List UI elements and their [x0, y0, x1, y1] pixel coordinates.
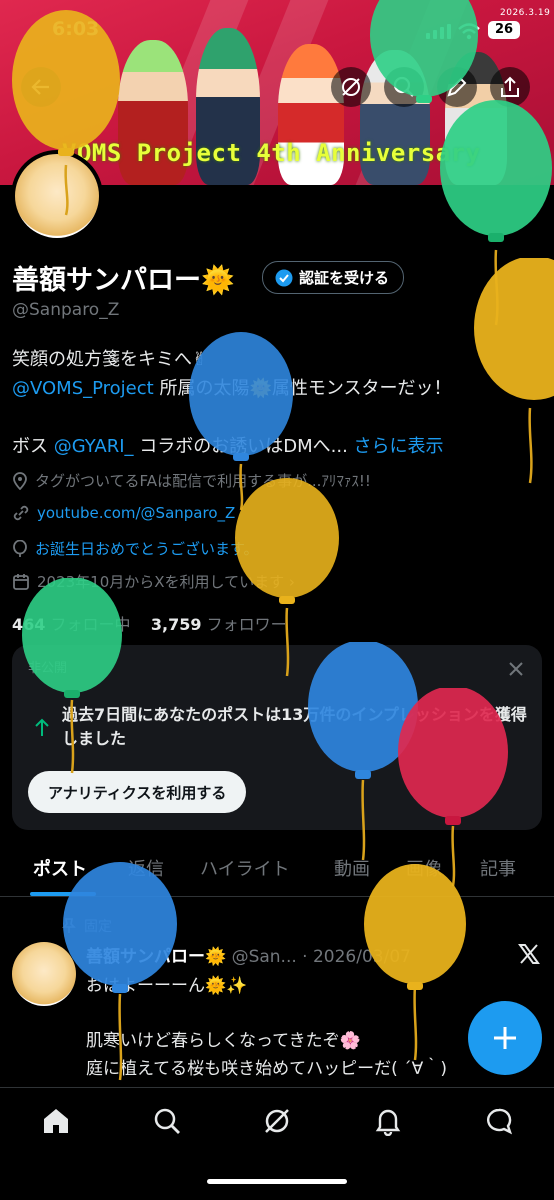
- tab-articles[interactable]: 記事: [480, 855, 516, 881]
- messages-icon[interactable]: [484, 1106, 514, 1136]
- search-icon: [393, 76, 414, 97]
- profile-name: 善額サンパロー🌞: [12, 258, 235, 297]
- tabs-divider: [0, 896, 554, 897]
- profile-avatar[interactable]: [11, 150, 103, 242]
- website-row[interactable]: youtube.com/@Sanparo_Z: [12, 504, 235, 522]
- signal-icon: [426, 24, 451, 39]
- bio-text: ボス: [12, 436, 54, 457]
- arrow-up-icon: [35, 718, 49, 736]
- avatar-image: [15, 154, 99, 238]
- post-line: 肌寒いけど春らしくなってきたぞ🌸: [86, 1031, 361, 1051]
- birthday-row: お誕生日おめでとうございます。: [12, 538, 259, 559]
- following-link[interactable]: 464 フォロー中: [12, 615, 131, 634]
- pinned-label: 固定: [84, 919, 112, 935]
- tab-replies[interactable]: 返信: [128, 855, 164, 881]
- bio-line: ボス @GYARI_ コラボのお誘いはDMへ... さらに表示: [12, 432, 444, 458]
- tab-media[interactable]: 画像: [406, 855, 442, 881]
- link-icon: [13, 505, 29, 521]
- search-button[interactable]: [384, 67, 424, 107]
- x-logo-icon: [518, 944, 540, 964]
- pin-icon: [62, 918, 76, 933]
- private-label: 非公開: [28, 661, 68, 676]
- post-meta: @San... · 2026/03/07: [231, 947, 411, 967]
- notifications-bell-icon[interactable]: [373, 1106, 403, 1136]
- post-avatar[interactable]: [12, 942, 76, 1006]
- profile-name-text: 善額サンパロー: [12, 265, 201, 296]
- grok-icon: [342, 78, 360, 96]
- wifi-icon: [458, 23, 480, 40]
- joined-text: 2023年10月からXを利用しています ›: [37, 573, 295, 591]
- grok-icon[interactable]: [262, 1106, 292, 1136]
- analytics-card: 非公開 過去7日間にあなたのポストは13万件のインプレッションを獲得しました ア…: [12, 645, 542, 830]
- website-link[interactable]: youtube.com/@Sanparo_Z: [37, 504, 235, 522]
- show-more-link[interactable]: さらに表示: [354, 436, 444, 457]
- bio-text: コラボのお誘いはDMへ...: [133, 436, 348, 457]
- sun-emoji: 🌞: [201, 265, 235, 296]
- close-icon[interactable]: [508, 661, 524, 677]
- post-header: 善額サンパロー🌞 @San... · 2026/03/07: [86, 942, 411, 967]
- battery-badge: 26: [488, 21, 520, 39]
- bio-text: 所属の太陽🌞属性モンスターだッ！: [153, 378, 452, 399]
- followers-label: フォロワー: [206, 615, 287, 634]
- birthday-text: お誕生日おめでとうございます。: [35, 540, 259, 558]
- tab-videos[interactable]: 動画: [334, 855, 370, 881]
- location-text: タグがついてるFAは配信で利用する事が...ｱﾘﾏｧｽ!!: [35, 472, 371, 490]
- search-icon[interactable]: [152, 1106, 182, 1136]
- back-button[interactable]: [21, 67, 61, 107]
- bio-line: @VOMS_Project 所属の太陽🌞属性モンスターだッ！: [12, 374, 452, 400]
- banner-title: VOMS Project 4th Anniversary: [62, 139, 481, 167]
- balloon-decoration: [474, 258, 554, 484]
- location-pin-icon: [13, 471, 27, 490]
- bio-line: 笑顔の処方箋をキミへ✌: [12, 349, 208, 370]
- follow-stats: 464 フォロー中 3,759 フォロワー: [12, 611, 287, 635]
- calendar-icon: [13, 573, 29, 590]
- analytics-button[interactable]: アナリティクスを利用する: [28, 771, 247, 813]
- back-arrow-icon: [31, 79, 49, 95]
- balloon-icon: [13, 539, 27, 557]
- pinned-row: 固定: [62, 916, 112, 936]
- followers-link[interactable]: 3,759 フォロワー: [151, 615, 287, 634]
- grok-button[interactable]: [331, 67, 371, 107]
- edit-button[interactable]: [437, 67, 477, 107]
- following-label: フォロー中: [50, 615, 131, 634]
- get-verified-button[interactable]: 認証を受ける: [262, 261, 405, 294]
- get-verified-label: 認証を受ける: [299, 269, 390, 287]
- pencil-icon: [447, 77, 467, 97]
- post-author[interactable]: 善額サンパロー🌞: [86, 947, 226, 967]
- compose-button[interactable]: [468, 1001, 542, 1075]
- date-stamp: 2026.3.19: [500, 8, 551, 18]
- share-button[interactable]: [490, 67, 530, 107]
- post-line: おはよーーーん🌞✨: [86, 976, 248, 996]
- home-icon[interactable]: [41, 1106, 71, 1136]
- following-count: 464: [12, 615, 46, 634]
- mention-link[interactable]: @VOMS_Project: [12, 378, 154, 399]
- home-indicator: [207, 1179, 347, 1184]
- post-line: 庭に植えてる桜も咲き始めてハッピーだ( ´∀｀): [86, 1059, 447, 1079]
- mention-link[interactable]: @GYARI_: [54, 436, 134, 457]
- tab-posts[interactable]: ポスト: [33, 855, 87, 881]
- followers-count: 3,759: [150, 615, 202, 634]
- tab-highlights[interactable]: ハイライト: [200, 855, 290, 881]
- impressions-text: 過去7日間にあなたのポストは13万件のインプレッションを獲得しました: [62, 705, 527, 748]
- plus-icon: [494, 1027, 516, 1049]
- verified-badge-icon: [275, 269, 293, 286]
- share-icon: [501, 76, 519, 97]
- joined-row[interactable]: 2023年10月からXを利用しています ›: [12, 571, 295, 592]
- profile-handle: @Sanparo_Z: [12, 300, 120, 320]
- location-row: タグがついてるFAは配信で利用する事が...ｱﾘﾏｧｽ!!: [12, 470, 371, 491]
- status-time: 6:03: [52, 18, 100, 40]
